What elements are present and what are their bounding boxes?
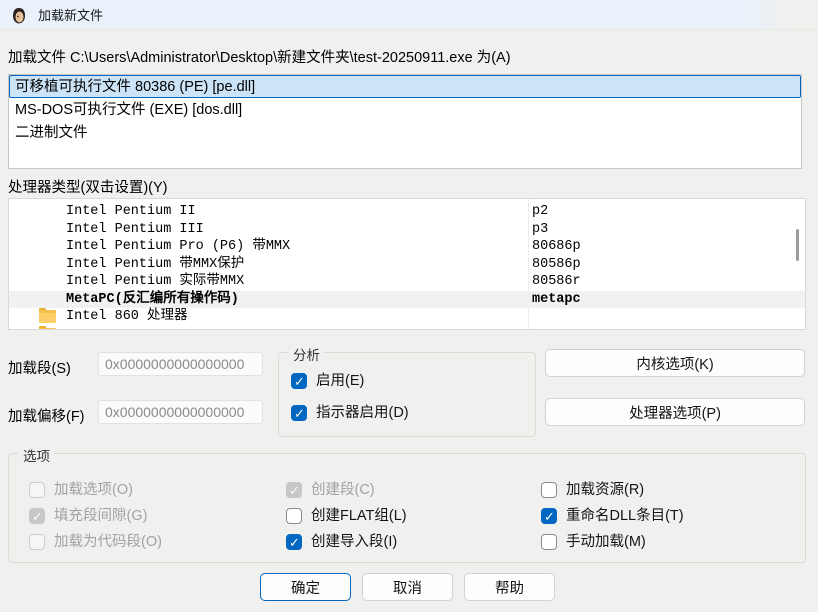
checkbox-label: 创建段(C) bbox=[311, 482, 375, 498]
checkbox-label: 启用(E) bbox=[316, 373, 364, 389]
window-title: 加载新文件 bbox=[38, 5, 103, 24]
processor-code: 80586p bbox=[532, 256, 581, 274]
checkbox-icon bbox=[29, 508, 45, 524]
checkbox-loading-options: 加载选项(O) bbox=[29, 482, 133, 498]
checkbox-rename-dll-entries[interactable]: 重命名DLL条目(T) bbox=[541, 508, 684, 524]
folder-icon bbox=[39, 310, 56, 323]
checkbox-icon bbox=[286, 508, 302, 524]
checkbox-load-resources[interactable]: 加载资源(R) bbox=[541, 482, 644, 498]
processor-code: p3 bbox=[532, 221, 548, 239]
processor-row-metapc-selected[interactable]: MetaPC(反汇编所有操作码) metapc bbox=[9, 291, 805, 309]
processor-row[interactable]: Intel Pentium III p3 bbox=[9, 221, 805, 239]
load-offset-input: 0x0000000000000000 bbox=[98, 400, 263, 424]
processor-code: p2 bbox=[532, 203, 548, 221]
processor-name: Intel 860 处理器 bbox=[66, 308, 188, 326]
processor-type-label: 处理器类型(双击设置)(Y) bbox=[8, 176, 168, 197]
processor-row[interactable]: Intel Pentium Pro (P6) 带MMX 80686p bbox=[9, 238, 805, 256]
checkbox-create-imports-segment[interactable]: 创建导入段(I) bbox=[286, 534, 397, 550]
checkbox-icon bbox=[29, 534, 45, 550]
folder-icon bbox=[39, 328, 56, 331]
checkbox-icon bbox=[291, 405, 307, 421]
processor-name: MetaPC(反汇编所有操作码) bbox=[66, 291, 239, 309]
checkbox-icon bbox=[291, 373, 307, 389]
processor-name: Intel Pentium Pro (P6) 带MMX bbox=[66, 238, 290, 256]
processor-code: 80686p bbox=[532, 238, 581, 256]
load-offset-label: 加载偏移(F) bbox=[8, 405, 85, 426]
processor-row[interactable]: Intel Pentium II p2 bbox=[9, 203, 805, 221]
checkbox-manual-load[interactable]: 手动加载(M) bbox=[541, 534, 646, 550]
loader-listbox[interactable]: 可移植可执行文件 80386 (PE) [pe.dll] MS-DOS可执行文件… bbox=[8, 74, 802, 169]
checkbox-icon bbox=[541, 508, 557, 524]
load-segment-input: 0x0000000000000000 bbox=[98, 352, 263, 376]
loader-item-msdos[interactable]: MS-DOS可执行文件 (EXE) [dos.dll] bbox=[9, 98, 801, 121]
checkbox-load-as-code-segment: 加载为代码段(O) bbox=[29, 534, 162, 550]
checkbox-indicator-enable[interactable]: 指示器启用(D) bbox=[291, 405, 409, 421]
processor-name: Intel Pentium 带MMX保护 bbox=[66, 256, 244, 274]
processor-options-button[interactable]: 处理器选项(P) bbox=[545, 398, 805, 426]
checkbox-label: 重命名DLL条目(T) bbox=[566, 508, 684, 524]
loader-item-pe[interactable]: 可移植可执行文件 80386 (PE) [pe.dll] bbox=[9, 75, 801, 98]
processor-row-folder[interactable]: Intel 860 处理器 bbox=[9, 308, 805, 326]
kernel-options-button[interactable]: 内核选项(K) bbox=[545, 349, 805, 377]
checkbox-icon bbox=[286, 482, 302, 498]
processor-row-partial bbox=[9, 326, 805, 331]
checkbox-create-segments: 创建段(C) bbox=[286, 482, 375, 498]
options-group-title: 选项 bbox=[19, 445, 54, 465]
checkbox-icon bbox=[541, 534, 557, 550]
checkbox-create-flat-group[interactable]: 创建FLAT组(L) bbox=[286, 508, 407, 524]
checkbox-label: 填充段间隙(G) bbox=[54, 508, 147, 524]
checkbox-label: 创建FLAT组(L) bbox=[311, 508, 407, 524]
processor-listbox[interactable]: Intel Pentium II p2 Intel Pentium III p3… bbox=[8, 198, 806, 330]
processor-code: metapc bbox=[532, 291, 581, 309]
load-file-label: 加载文件 C:\Users\Administrator\Desktop\新建文件… bbox=[8, 46, 511, 67]
analysis-groupbox: 分析 启用(E) 指示器启用(D) bbox=[278, 352, 536, 437]
checkbox-label: 加载为代码段(O) bbox=[54, 534, 162, 550]
help-button[interactable]: 帮助 bbox=[464, 573, 555, 601]
checkbox-analysis-enable[interactable]: 启用(E) bbox=[291, 373, 364, 389]
loader-item-binary[interactable]: 二进制文件 bbox=[9, 121, 801, 144]
ok-button[interactable]: 确定 bbox=[260, 573, 351, 601]
checkbox-label: 加载资源(R) bbox=[566, 482, 644, 498]
analysis-group-title: 分析 bbox=[289, 344, 324, 364]
load-segment-label: 加载段(S) bbox=[8, 357, 71, 378]
processor-name: Intel Pentium 实际带MMX bbox=[66, 273, 244, 291]
title-bar: 加载新文件 bbox=[0, 0, 818, 30]
checkbox-label: 加载选项(O) bbox=[54, 482, 133, 498]
processor-name: Intel Pentium II bbox=[66, 203, 196, 221]
processor-code: 80586r bbox=[532, 273, 581, 291]
cancel-button[interactable]: 取消 bbox=[362, 573, 453, 601]
processor-name: Intel Pentium III bbox=[66, 221, 204, 239]
checkbox-icon bbox=[541, 482, 557, 498]
scrollbar-thumb[interactable] bbox=[796, 229, 799, 261]
checkbox-fill-segment-gaps: 填充段间隙(G) bbox=[29, 508, 147, 524]
checkbox-label: 创建导入段(I) bbox=[311, 534, 397, 550]
checkbox-icon bbox=[286, 534, 302, 550]
ida-app-icon bbox=[9, 5, 29, 25]
checkbox-label: 手动加载(M) bbox=[566, 534, 646, 550]
processor-row[interactable]: Intel Pentium 带MMX保护 80586p bbox=[9, 256, 805, 274]
checkbox-label: 指示器启用(D) bbox=[316, 405, 409, 421]
options-groupbox: 选项 加载选项(O) 填充段间隙(G) 加载为代码段(O) 创建段(C) 创建F… bbox=[8, 453, 806, 563]
processor-row[interactable]: Intel Pentium 实际带MMX 80586r bbox=[9, 273, 805, 291]
checkbox-icon bbox=[29, 482, 45, 498]
